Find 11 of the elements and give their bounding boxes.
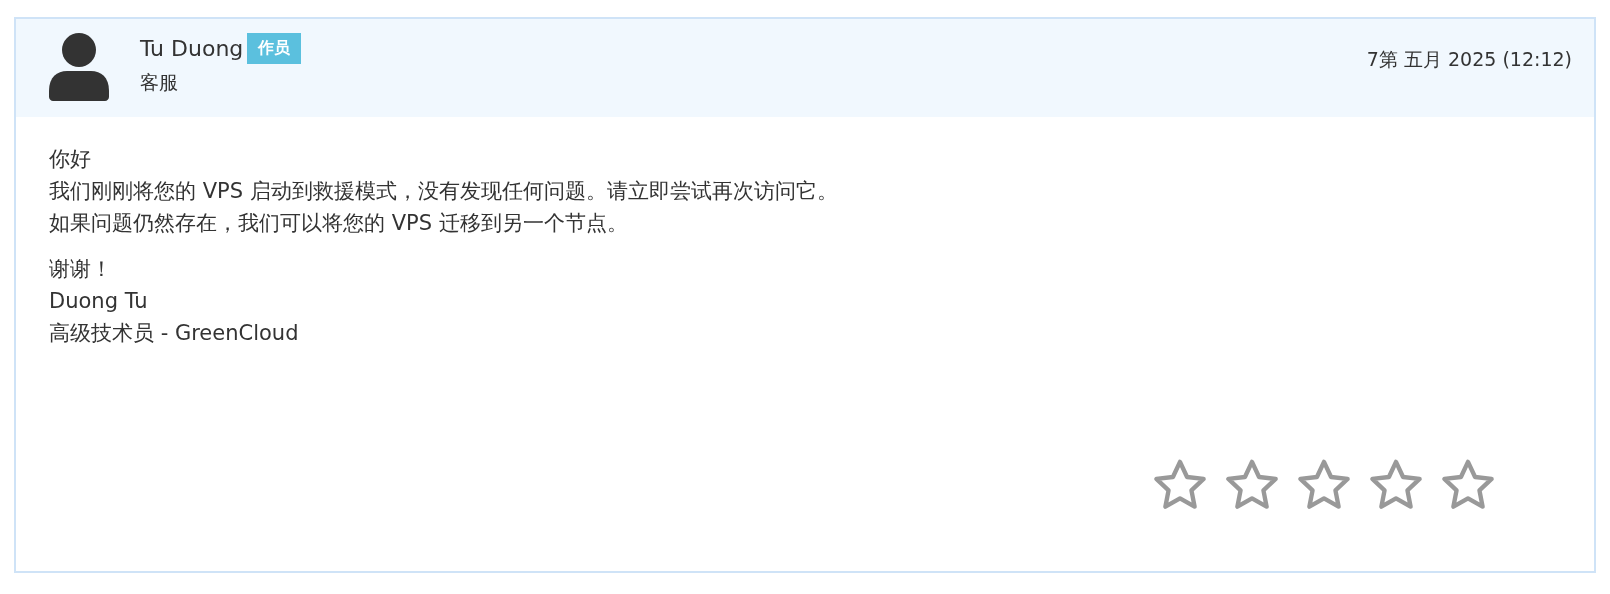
user-avatar-icon	[49, 33, 109, 101]
message-line: 我们刚刚将您的 VPS 启动到救援模式，没有发现任何问题。请立即尝试再次访问它。	[49, 178, 839, 205]
message-line: 谢谢！	[49, 256, 113, 283]
message-line: 如果问题仍然存在，我们可以将您的 VPS 迁移到另一个节点。	[49, 210, 629, 237]
reply-date: 7第 五月 2025 (12:12)	[1366, 47, 1572, 72]
author-role: 客服	[140, 70, 179, 95]
staff-badge: 作员	[247, 33, 302, 64]
message-line: 你好	[49, 146, 92, 173]
message-line: 高级技术员 - GreenCloud	[49, 320, 300, 347]
message-line: Duong Tu	[49, 288, 149, 315]
author-name: Tu Duong	[140, 34, 244, 63]
